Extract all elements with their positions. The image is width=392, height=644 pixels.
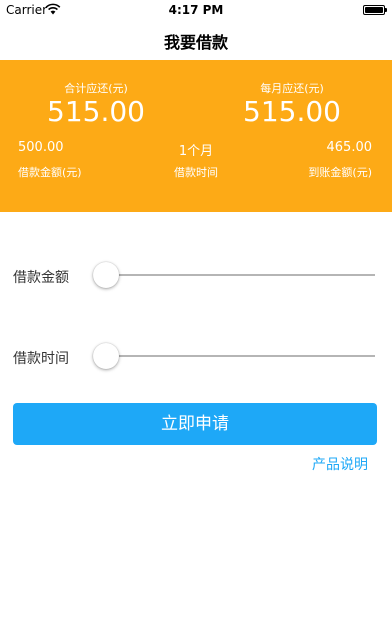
loan-amount-label: 借款金额(元) xyxy=(18,166,82,179)
amount-slider-label: 借款金额 xyxy=(13,270,69,286)
loan-summary-panel: 合计应还(元) 515.00 每月应还(元) 515.00 500.00 借款金… xyxy=(0,60,392,212)
product-info-link[interactable]: 产品说明 xyxy=(312,454,368,474)
received-amount-label: 到账金额(元) xyxy=(308,166,372,179)
battery-icon xyxy=(363,5,387,15)
time-slider-track[interactable] xyxy=(93,355,375,357)
amount-slider-track[interactable] xyxy=(93,274,375,276)
loan-amount-value: 500.00 xyxy=(18,140,64,155)
received-amount-value: 465.00 xyxy=(326,140,373,155)
monthly-repay-label: 每月应还(元) xyxy=(260,82,324,95)
total-repay-label: 合计应还(元) xyxy=(64,82,128,95)
clock: 4:17 PM xyxy=(168,3,224,17)
loan-term-value: 1个月 xyxy=(178,144,214,159)
page-title: 我要借款 xyxy=(163,33,228,52)
status-bar: Carrier 4:17 PM xyxy=(0,0,392,20)
apply-now-button[interactable]: 立即申请 xyxy=(13,403,377,445)
time-slider-label: 借款时间 xyxy=(13,351,69,367)
amount-slider-thumb[interactable] xyxy=(93,262,119,288)
time-slider-thumb[interactable] xyxy=(93,343,119,369)
loan-term-label: 借款时间 xyxy=(174,166,218,179)
monthly-repay-value: 515.00 xyxy=(243,95,341,128)
total-repay-value: 515.00 xyxy=(47,95,145,128)
